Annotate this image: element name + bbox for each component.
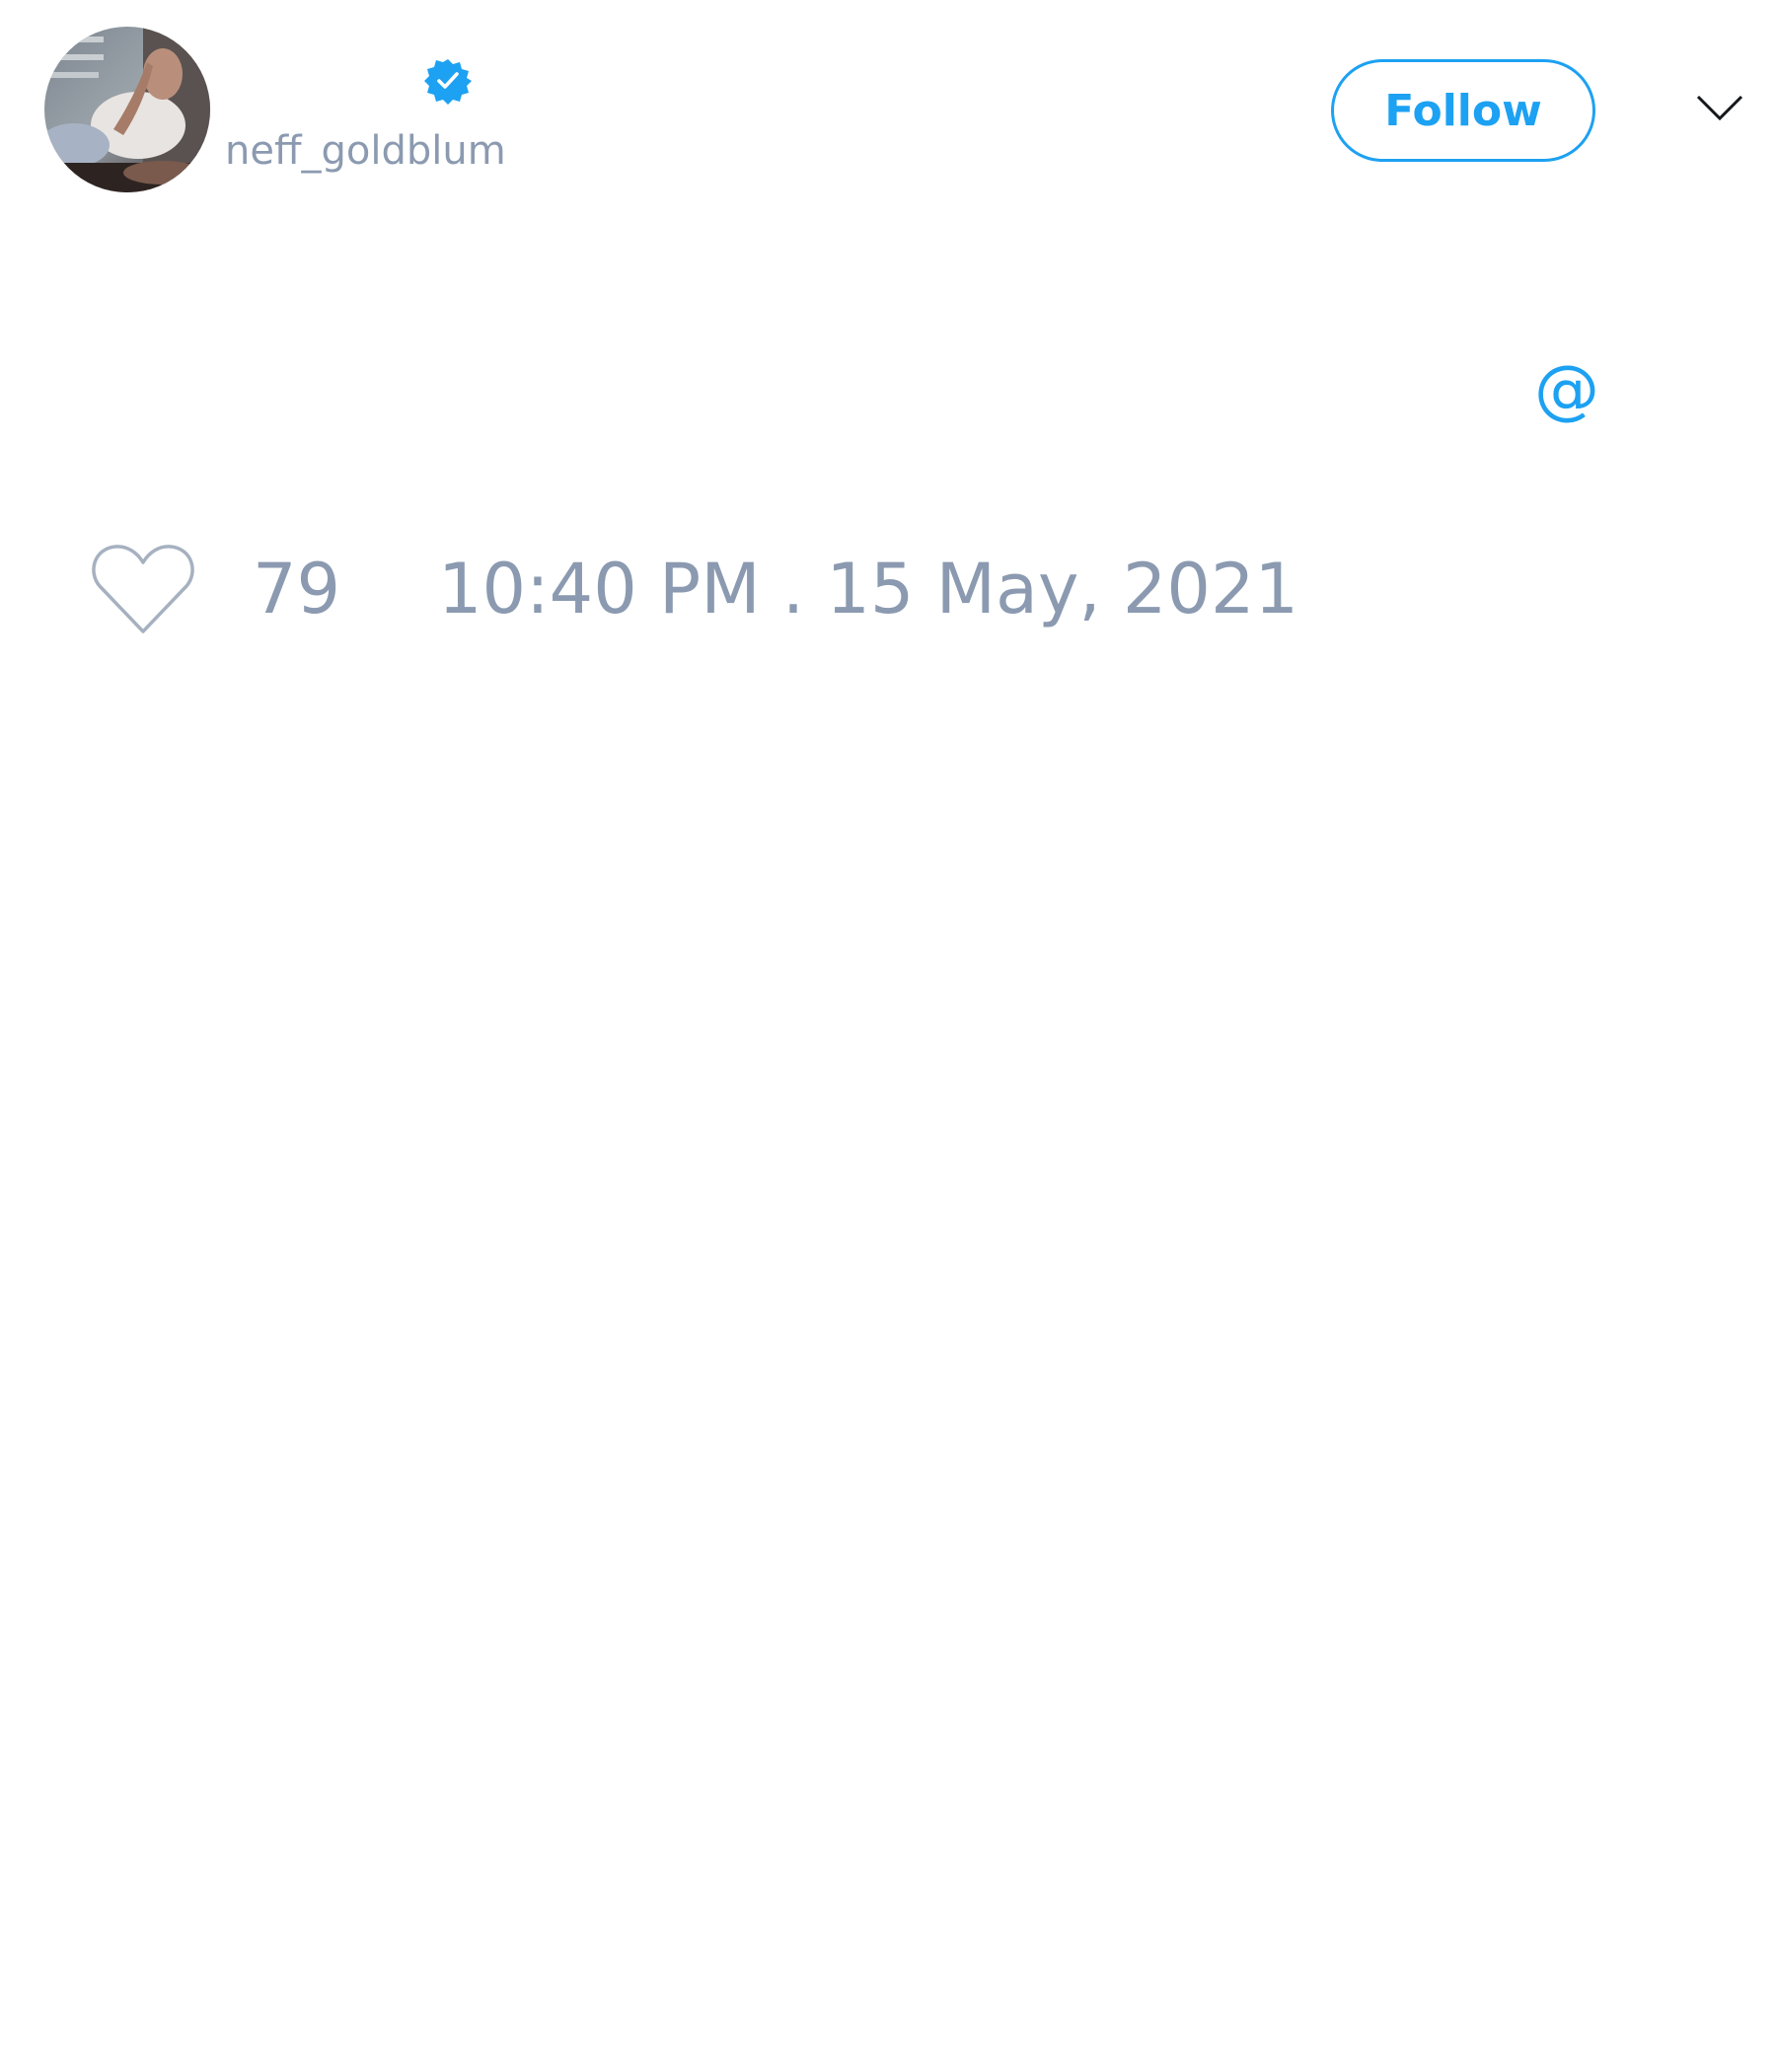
like-count: 79 — [253, 549, 341, 629]
display-name[interactable] — [229, 51, 416, 111]
heart-icon[interactable] — [90, 541, 196, 639]
follow-button[interactable]: Follow — [1331, 59, 1595, 162]
chevron-down-icon[interactable] — [1695, 91, 1744, 124]
tweet-timestamp[interactable]: 10:40 PM . 15 May, 2021 — [438, 548, 1298, 630]
username-handle[interactable]: neff_goldblum — [225, 126, 506, 176]
mention-link[interactable]: @ — [1534, 350, 1599, 429]
avatar[interactable] — [44, 27, 210, 192]
verified-badge-icon — [424, 59, 472, 105]
tweet-text — [44, 345, 1722, 434]
avatar-photo — [44, 27, 210, 192]
